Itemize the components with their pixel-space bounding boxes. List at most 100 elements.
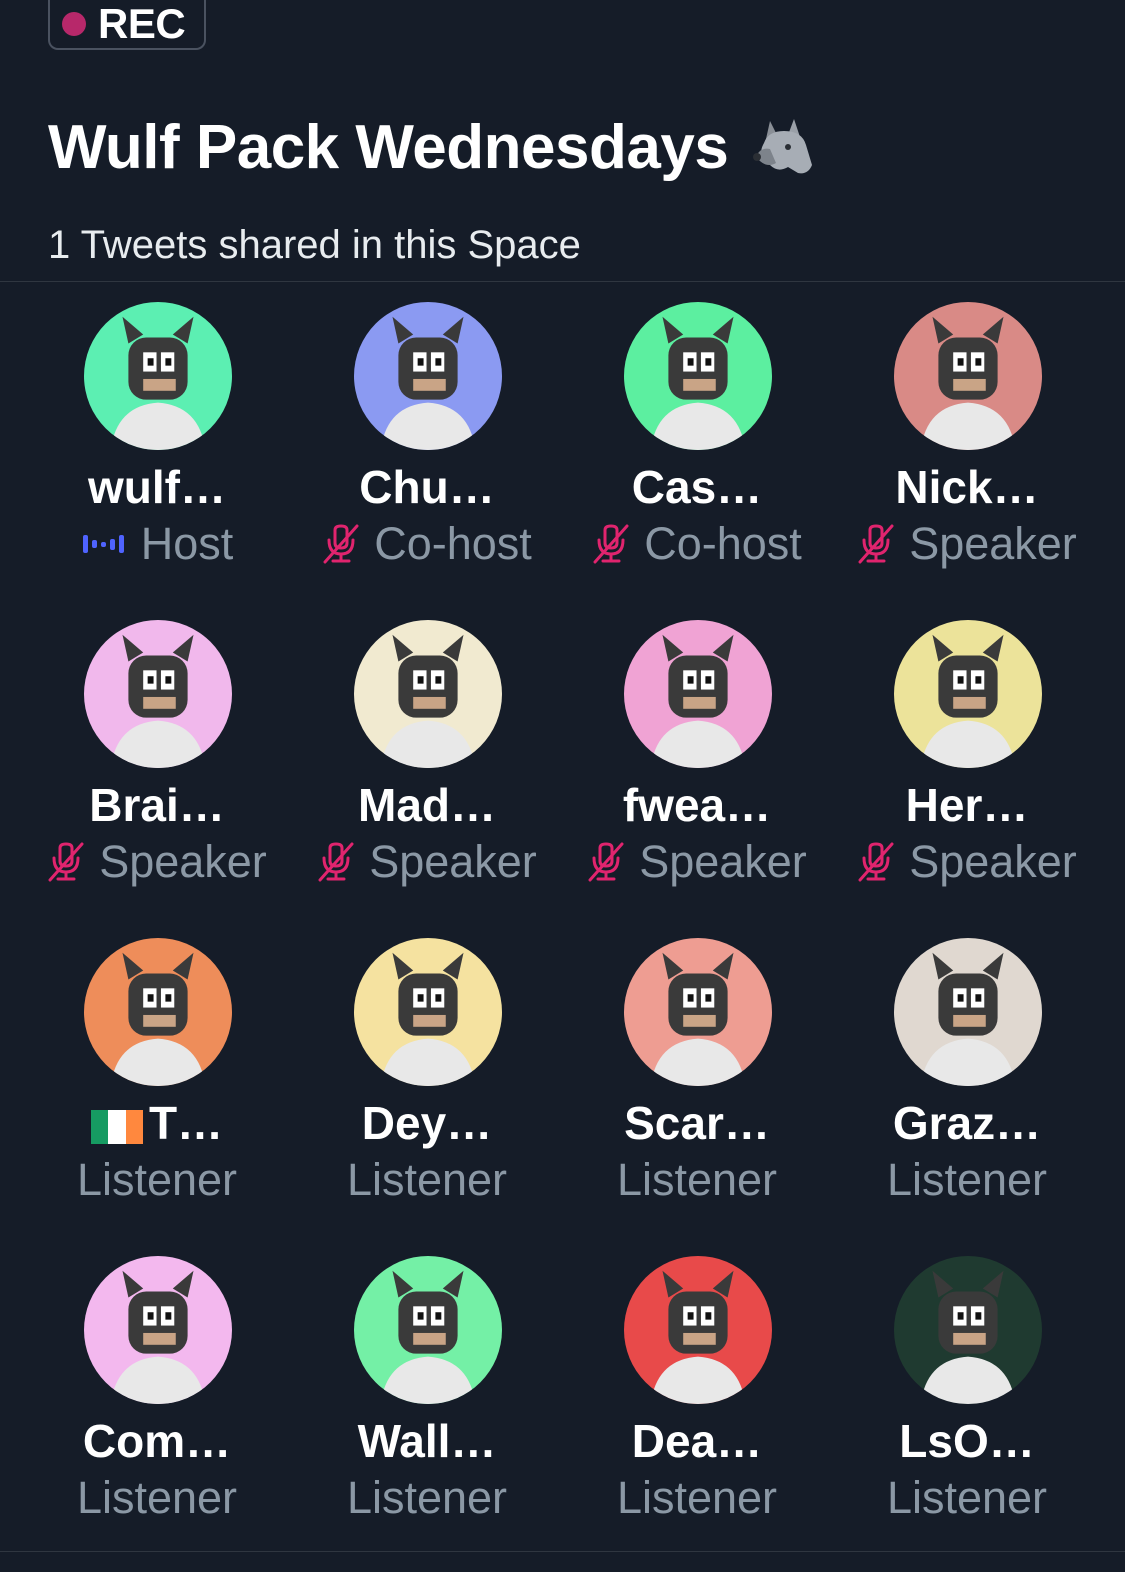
participant-role: Listener <box>886 1472 1048 1523</box>
mic-muted-icon <box>857 524 895 564</box>
participant-card[interactable]: Cas… Co-host <box>562 300 832 618</box>
participant-name-text: Scar… <box>624 1097 770 1149</box>
participant-name-text: fwea… <box>622 779 772 831</box>
participant-role: Co-host <box>374 518 532 569</box>
participant-role-row: Listener <box>832 1472 1102 1524</box>
mic-muted-icon <box>47 842 85 882</box>
participant-card[interactable]: wulf… Host <box>22 300 292 618</box>
participant-name: Brai… <box>22 778 292 832</box>
participant-name-text: Brai… <box>89 779 225 831</box>
participant-name-text: Cas… <box>631 461 763 513</box>
participant-name: fwea… <box>562 778 832 832</box>
avatar[interactable] <box>894 620 1042 768</box>
space-title: Wulf Pack Wednesdays <box>48 112 818 183</box>
participant-card[interactable]: Her… Speaker <box>832 618 1102 936</box>
participant-name-text: wulf… <box>88 461 226 513</box>
participant-role-row: Listener <box>292 1154 562 1206</box>
participant-role: Speaker <box>99 836 267 887</box>
participant-card[interactable]: LsO… Listener <box>832 1254 1102 1572</box>
participant-name: Cas… <box>562 460 832 514</box>
avatar[interactable] <box>354 938 502 1086</box>
avatar[interactable] <box>624 620 772 768</box>
top-divider <box>0 281 1125 282</box>
participant-name: Com… <box>22 1414 292 1468</box>
space-title-text: Wulf Pack Wednesdays <box>48 113 729 182</box>
participant-name-text: Com… <box>82 1415 232 1467</box>
participant-card[interactable]: Nick… Speaker <box>832 300 1102 618</box>
participant-role: Speaker <box>909 836 1077 887</box>
mic-muted-icon <box>317 842 355 882</box>
participant-card[interactable]: Dea… Listener <box>562 1254 832 1572</box>
participant-name: T… <box>22 1096 292 1150</box>
participant-role: Speaker <box>639 836 807 887</box>
avatar[interactable] <box>624 938 772 1086</box>
tweets-shared-link[interactable]: 1 Tweets shared in this Space <box>48 223 581 268</box>
participant-role-row: Listener <box>832 1154 1102 1206</box>
speaking-indicator-icon <box>81 532 127 556</box>
participant-grid: wulf… Host Chu… Co-host Cas… Co-host Nick… Spea… <box>22 300 1102 1572</box>
avatar[interactable] <box>624 1256 772 1404</box>
avatar[interactable] <box>894 1256 1042 1404</box>
participant-role-row: Speaker <box>292 836 562 888</box>
mic-muted-icon <box>857 842 895 882</box>
participant-card[interactable]: T… Listener <box>22 936 292 1254</box>
participant-card[interactable]: Graz… Listener <box>832 936 1102 1254</box>
avatar[interactable] <box>84 938 232 1086</box>
participant-role: Listener <box>616 1472 778 1523</box>
avatar[interactable] <box>354 1256 502 1404</box>
participant-card[interactable]: fwea… Speaker <box>562 618 832 936</box>
participant-name-text: Graz… <box>892 1097 1042 1149</box>
avatar[interactable] <box>894 938 1042 1086</box>
participant-role: Speaker <box>909 518 1077 569</box>
participant-role: Listener <box>76 1472 238 1523</box>
bottom-divider <box>0 1551 1125 1552</box>
participant-role: Listener <box>616 1154 778 1205</box>
avatar[interactable] <box>894 302 1042 450</box>
participant-role-row: Host <box>22 518 292 570</box>
participant-name-text: LsO… <box>899 1415 1035 1467</box>
mic-muted-icon <box>587 842 625 882</box>
mic-muted-icon <box>592 524 630 564</box>
participant-role-row: Listener <box>292 1472 562 1524</box>
avatar[interactable] <box>84 620 232 768</box>
participant-card[interactable]: Chu… Co-host <box>292 300 562 618</box>
participant-role-row: Speaker <box>832 836 1102 888</box>
participant-name: Mad… <box>292 778 562 832</box>
participant-name: Graz… <box>832 1096 1102 1150</box>
participant-card[interactable]: Com… Listener <box>22 1254 292 1572</box>
participant-role-row: Listener <box>22 1472 292 1524</box>
participant-name: Her… <box>832 778 1102 832</box>
avatar[interactable] <box>354 620 502 768</box>
participant-role: Listener <box>346 1154 508 1205</box>
participant-name-text: Nick… <box>895 461 1039 513</box>
recording-label: REC <box>98 0 186 47</box>
avatar[interactable] <box>624 302 772 450</box>
participant-card[interactable]: Mad… Speaker <box>292 618 562 936</box>
participant-role-row: Listener <box>22 1154 292 1206</box>
participant-role-row: Co-host <box>562 518 832 570</box>
participant-name: Scar… <box>562 1096 832 1150</box>
participant-role: Co-host <box>644 518 802 569</box>
recording-badge: REC <box>48 0 206 50</box>
participant-name: Nick… <box>832 460 1102 514</box>
participant-name: Wall… <box>292 1414 562 1468</box>
participant-role-row: Speaker <box>562 836 832 888</box>
mic-muted-icon <box>322 524 360 564</box>
avatar[interactable] <box>84 1256 232 1404</box>
avatar[interactable] <box>354 302 502 450</box>
participant-card[interactable]: Wall… Listener <box>292 1254 562 1572</box>
participant-role-row: Co-host <box>292 518 562 570</box>
participant-card[interactable]: Dey… Listener <box>292 936 562 1254</box>
participant-name: Dey… <box>292 1096 562 1150</box>
avatar[interactable] <box>84 302 232 450</box>
participant-name-text: Her… <box>905 779 1029 831</box>
ireland-flag-icon <box>90 1109 143 1144</box>
participant-role-row: Speaker <box>22 836 292 888</box>
participant-role: Listener <box>76 1154 238 1205</box>
participant-role: Listener <box>886 1154 1048 1205</box>
participant-card[interactable]: Scar… Listener <box>562 936 832 1254</box>
participant-card[interactable]: Brai… Speaker <box>22 618 292 936</box>
participant-role-row: Speaker <box>832 518 1102 570</box>
participant-name: LsO… <box>832 1414 1102 1468</box>
participant-role-row: Listener <box>562 1472 832 1524</box>
